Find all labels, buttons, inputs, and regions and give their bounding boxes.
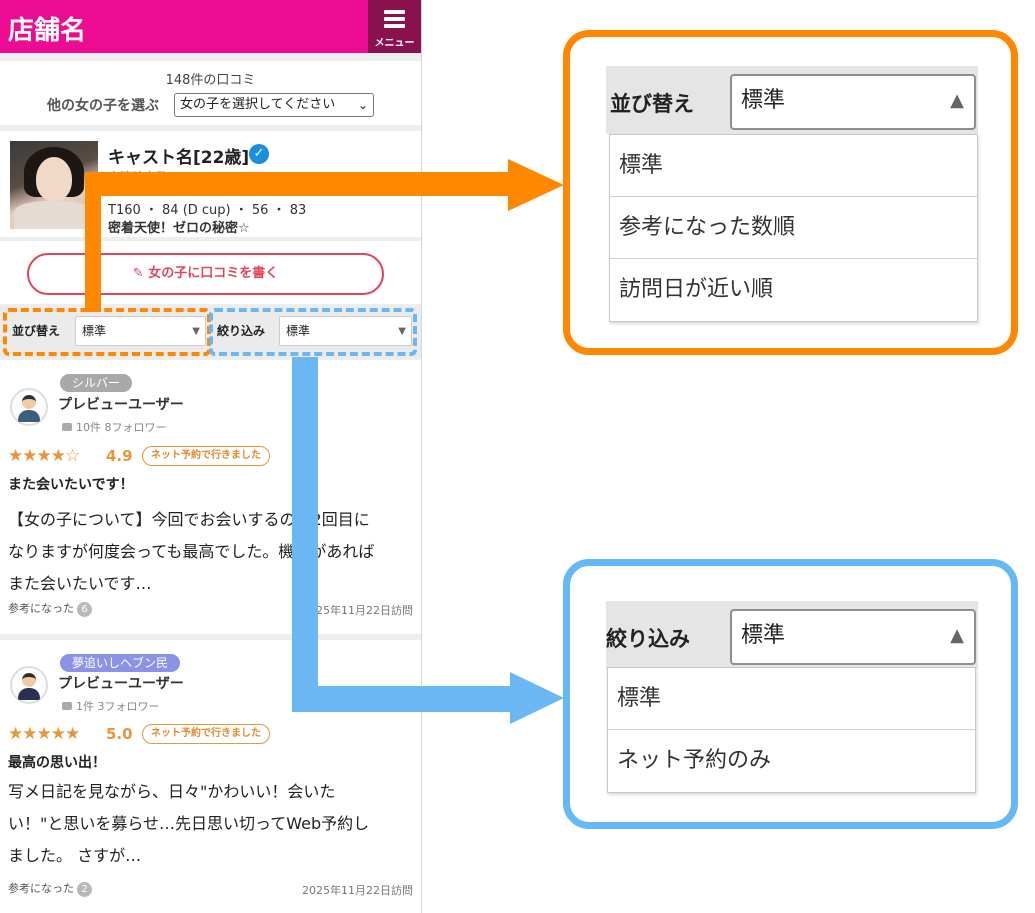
- blue-arrow-shaft: [292, 686, 512, 712]
- sort-option-visit-date[interactable]: 訪問日が近い順: [610, 259, 977, 321]
- filter-highlight: [209, 308, 417, 356]
- helpful-button[interactable]: 参考になった 2: [8, 880, 92, 897]
- verified-check-icon: ✓: [249, 144, 269, 164]
- filter-callout-select[interactable]: 標準 ▲: [730, 609, 976, 665]
- sort-options-list: 標準 参考になった数順 訪問日が近い順: [609, 134, 978, 322]
- star-rating: ★★★★★: [8, 724, 80, 744]
- reviewer-name[interactable]: プレビューユーザー: [58, 673, 184, 693]
- hamburger-icon: [384, 10, 405, 31]
- pencil-icon: ✎: [132, 266, 149, 281]
- sort-callout-value: 標準: [741, 88, 786, 113]
- visit-date: 2025年11月22日訪問: [302, 604, 413, 617]
- triangle-up-icon: ▲: [950, 90, 964, 111]
- write-review-label: 女の子に口コミを書く: [148, 266, 279, 281]
- rating-score: 4.9: [106, 447, 133, 465]
- sort-option-helpful[interactable]: 参考になった数順: [610, 197, 977, 259]
- review-title[interactable]: 最高の思い出！: [8, 752, 106, 772]
- cast-name[interactable]: キャスト名[22歳]: [108, 143, 249, 168]
- sort-callout-label: 並び替え: [610, 92, 694, 116]
- review-count: 148件の口コミ: [165, 73, 256, 88]
- review-summary: 148件の口コミ 他の女の子を選ぶ 女の子を選択してください ⌄: [0, 61, 421, 125]
- sort-highlight: [3, 308, 211, 356]
- filter-callout-label: 絞り込み: [606, 627, 690, 651]
- write-review-button[interactable]: ✎ 女の子に口コミを書く: [27, 253, 384, 295]
- rating-score: 5.0: [106, 725, 133, 743]
- cast-catchphrase: 密着天使！ゼロの秘密☆: [108, 221, 250, 236]
- rank-badge: シルバー: [60, 374, 133, 392]
- reviewer-meta: 10件 8フォロワー: [62, 419, 167, 435]
- comment-icon: [62, 702, 72, 710]
- menu-label: メニュー: [374, 38, 415, 49]
- rank-badge: 夢追いしヘブン民: [60, 654, 181, 672]
- sort-callout: 並び替え 標準 ▲ 標準 参考になった数順 訪問日が近い順: [563, 30, 1018, 355]
- orange-arrow-head: [508, 159, 564, 211]
- phone-screen: 店舗名 メニュー 148件の口コミ 他の女の子を選ぶ 女の子を選択してください …: [0, 0, 422, 913]
- filter-callout-value: 標準: [741, 623, 786, 648]
- user-avatar-icon[interactable]: [10, 666, 48, 704]
- girl-select-label: 他の女の子を選ぶ: [47, 98, 159, 114]
- reviewer-meta: 1件 3フォロワー: [62, 698, 160, 714]
- girl-select-value: 女の子を選択してください: [180, 97, 336, 112]
- filter-option-standard[interactable]: 標準: [608, 668, 975, 730]
- helpful-count: 2: [77, 882, 92, 897]
- net-reservation-badge: ネット予約で行きました: [142, 446, 270, 466]
- orange-arrow-shaft: [85, 172, 510, 196]
- write-review-section: ✎ 女の子に口コミを書く: [0, 241, 421, 304]
- site-header: 店舗名 メニュー: [0, 0, 421, 53]
- review-body[interactable]: 【女の子について】今回でお会いするのは2回目に なりますが何度会っても最高でした。…: [8, 504, 413, 600]
- star-rating: ★★★★☆: [8, 446, 80, 466]
- store-name[interactable]: 店舗名: [8, 10, 86, 47]
- visit-date: 2025年11月22日訪問: [302, 884, 413, 897]
- review-title[interactable]: また会いたいです！: [8, 474, 134, 494]
- cast-stats: T160 ・ 84 (D cup) ・ 56 ・ 83: [108, 203, 307, 218]
- chevron-down-icon: ⌄: [357, 98, 368, 112]
- helpful-button[interactable]: 参考になった 6: [8, 600, 92, 617]
- helpful-count: 6: [77, 602, 92, 617]
- review-card: シルバー プレビューユーザー 10件 8フォロワー ★★★★☆ 4.9 ネット予…: [0, 360, 421, 634]
- review-body[interactable]: 写メ日記を見ながら、日々"かわいい！会いた い！"と思いを募らせ…先日思い切ってW…: [8, 776, 413, 872]
- sort-option-standard[interactable]: 標準: [610, 135, 977, 197]
- girl-select[interactable]: 女の子を選択してください ⌄: [174, 93, 374, 117]
- filter-option-net-only[interactable]: ネット予約のみ: [608, 730, 975, 792]
- filter-options-list: 標準 ネット予約のみ: [607, 667, 976, 793]
- review-card: 夢追いしヘブン民 プレビューユーザー 1件 3フォロワー ★★★★★ 5.0 ネ…: [0, 640, 421, 913]
- menu-button[interactable]: メニュー: [368, 0, 421, 53]
- reviewer-name[interactable]: プレビューユーザー: [58, 394, 184, 414]
- sort-callout-select[interactable]: 標準 ▲: [730, 74, 976, 130]
- blue-arrow-head: [510, 672, 564, 724]
- net-reservation-badge: ネット予約で行きました: [142, 724, 270, 744]
- filter-callout-header: 絞り込み 標準 ▲: [606, 601, 978, 669]
- user-avatar-icon[interactable]: [10, 388, 48, 426]
- triangle-up-icon: ▲: [950, 625, 964, 646]
- blue-arrow-stem: [292, 357, 318, 704]
- sort-callout-header: 並び替え 標準 ▲: [606, 66, 978, 134]
- comment-icon: [62, 423, 72, 431]
- filter-callout: 絞り込み 標準 ▲ 標準 ネット予約のみ: [563, 559, 1018, 829]
